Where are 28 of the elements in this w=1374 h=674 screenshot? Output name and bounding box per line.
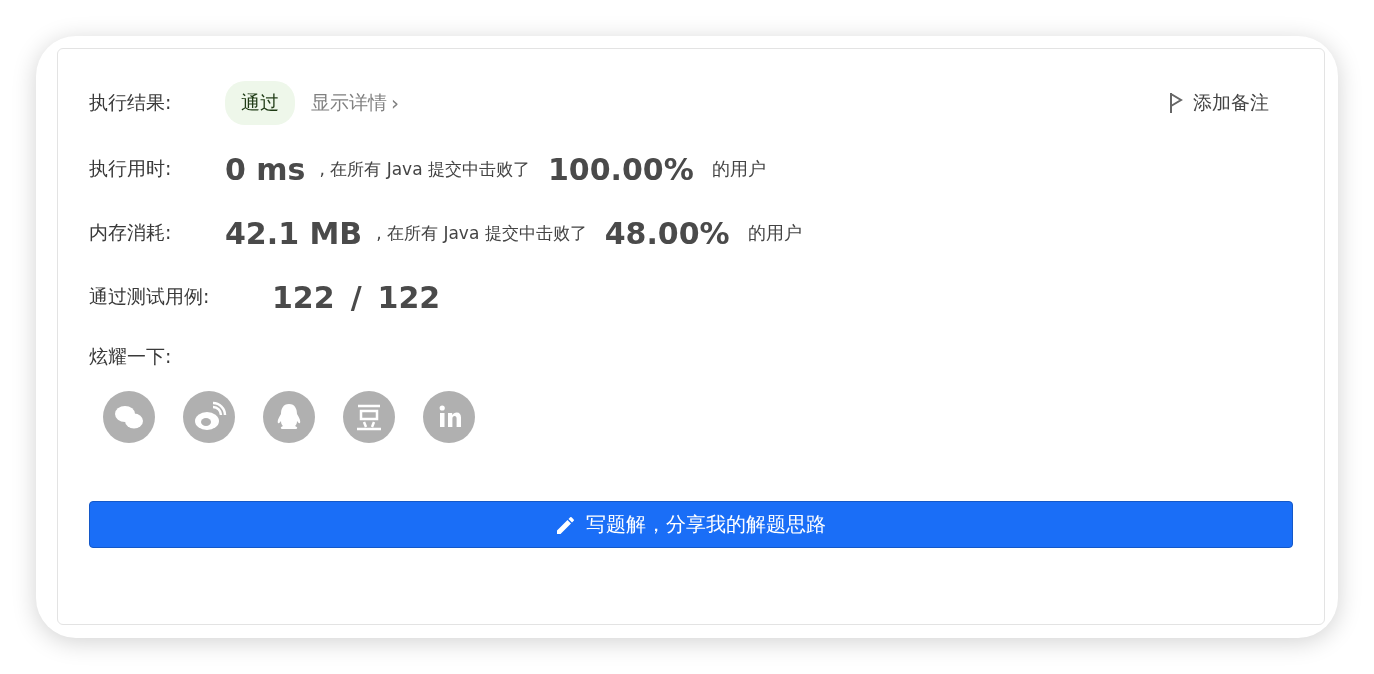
write-solution-button[interactable]: 写题解，分享我的解题思路 (89, 501, 1293, 548)
details-link[interactable]: 显示详情 (311, 90, 387, 116)
chevron-icon: › (391, 91, 399, 115)
douban-share-icon[interactable] (343, 391, 395, 443)
stat-value: 0 ms (225, 151, 306, 187)
stat-percent: 100.00% (547, 151, 694, 187)
status-badge: 通过 (225, 81, 295, 125)
stat-suffix: 的用户 (747, 221, 802, 245)
add-note-button[interactable]: 添加备注 (1169, 90, 1269, 116)
tests-label: 通过测试用例: (89, 284, 211, 309)
stat-value: 42.1 MB (225, 215, 363, 251)
share-label: 炫耀一下: (89, 344, 172, 369)
tests-passed: 122 (272, 279, 335, 315)
stat-label: 执行用时: (89, 156, 173, 181)
stat-percent: 48.00% (604, 215, 730, 251)
linkedin-share-icon[interactable] (423, 391, 475, 443)
pencil-icon (556, 514, 576, 535)
stat-suffix: 的用户 (711, 157, 766, 181)
result-label: 执行结果: (89, 90, 173, 115)
tests-separator: / (350, 279, 362, 315)
stat-text: , 在所有 Java 提交中击败了 (376, 221, 587, 245)
weibo-share-icon[interactable] (183, 391, 235, 443)
stat-text: , 在所有 Java 提交中击败了 (319, 157, 530, 181)
tests-total: 122 (377, 279, 441, 315)
qq-share-icon[interactable] (263, 391, 315, 443)
flag-icon (1169, 92, 1183, 114)
stat-label: 内存消耗: (89, 220, 173, 245)
wechat-share-icon[interactable] (103, 391, 155, 443)
